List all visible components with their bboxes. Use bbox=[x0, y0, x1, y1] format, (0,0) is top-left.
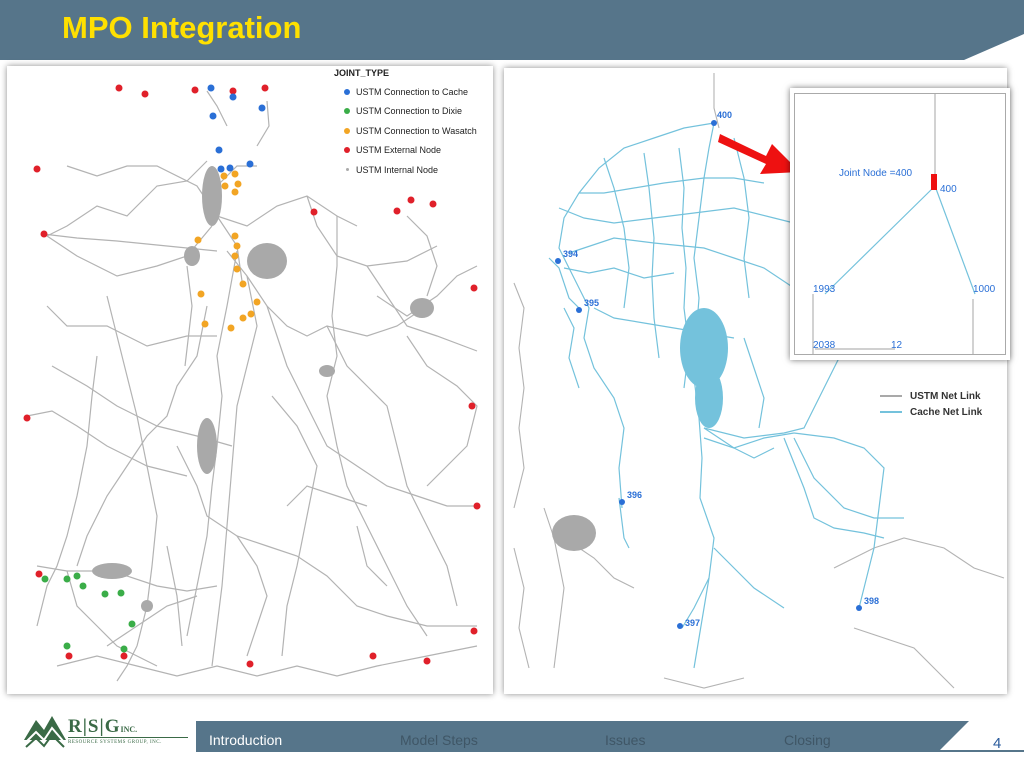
mountain-logo-icon bbox=[24, 716, 66, 748]
node-label-395: 395 bbox=[584, 298, 599, 308]
inset-label-400: 400 bbox=[940, 184, 957, 195]
logo-letter-g: G bbox=[104, 716, 121, 737]
cache-connection-nodes bbox=[207, 84, 266, 173]
footer-accent bbox=[939, 721, 969, 751]
logo-letter-r: R bbox=[68, 716, 83, 737]
nav-introduction[interactable]: Introduction bbox=[209, 732, 282, 748]
inset-svg: Joint Node =400 400 1993 1000 2038 12 bbox=[812, 94, 996, 354]
page-number: 4 bbox=[993, 735, 1002, 752]
legend-label: Cache Net Link bbox=[910, 406, 983, 418]
legend-item-dixie: USTM Connection to Dixie bbox=[334, 102, 477, 122]
node-label-398: 398 bbox=[864, 596, 879, 606]
legend-item-ustm-net: USTM Net Link bbox=[880, 388, 982, 404]
logo-subtitle: RESOURCE SYSTEMS GROUP, INC. bbox=[68, 740, 162, 745]
legend-item-cache: USTM Connection to Cache bbox=[334, 82, 477, 102]
inset-label-2038: 2038 bbox=[813, 340, 836, 351]
inset-caption: Joint Node =400 bbox=[839, 168, 913, 179]
inset-labels: Joint Node =400 400 1993 1000 2038 12 bbox=[813, 168, 996, 351]
legend-label: USTM Net Link bbox=[910, 390, 981, 402]
nav-closing[interactable]: Closing bbox=[784, 732, 831, 748]
legend-label: USTM Connection to Cache bbox=[356, 86, 469, 97]
legend-item-wasatch: USTM Connection to Wasatch bbox=[334, 121, 477, 141]
ustm-nodes-sw bbox=[552, 515, 596, 551]
net-link-legend: USTM Net Link Cache Net Link bbox=[880, 388, 982, 420]
wasatch-dot-icon bbox=[344, 127, 350, 134]
blue-line-icon bbox=[880, 411, 902, 413]
joint-type-legend: JOINT_TYPE USTM Connection to Cache USTM… bbox=[334, 68, 477, 180]
legend-title: JOINT_TYPE bbox=[334, 68, 390, 78]
legend-label: USTM External Node bbox=[356, 145, 442, 156]
inset-label-1993: 1993 bbox=[813, 284, 836, 295]
ustm-links bbox=[26, 90, 478, 682]
slide-title: MPO Integration bbox=[62, 10, 302, 45]
node-label-396: 396 bbox=[627, 490, 642, 500]
footer-rule bbox=[196, 750, 1024, 752]
node-label-400: 400 bbox=[717, 110, 732, 120]
dixie-dot-icon bbox=[344, 108, 350, 115]
internal-dot-icon bbox=[346, 168, 349, 172]
logo-inc: INC. bbox=[120, 725, 138, 734]
inset-zoom: Joint Node =400 400 1993 1000 2038 12 bbox=[790, 88, 1010, 360]
logo-rule bbox=[68, 737, 188, 738]
legend-label: USTM Connection to Dixie bbox=[356, 106, 463, 117]
nav-model-steps[interactable]: Model Steps bbox=[400, 732, 478, 748]
inset-frame: Joint Node =400 400 1993 1000 2038 12 bbox=[794, 93, 1006, 355]
joint-node-marker bbox=[931, 174, 937, 190]
legend-label: USTM Connection to Wasatch bbox=[356, 125, 477, 136]
footer-nav: Introduction Model Steps Issues Closing bbox=[196, 721, 939, 751]
legend-label: USTM Internal Node bbox=[356, 164, 439, 175]
logo-letters: R|S|GINC. bbox=[68, 716, 138, 737]
logo-letter-s: S bbox=[87, 716, 100, 737]
node-label-394: 394 bbox=[563, 249, 578, 259]
cache-node-cluster bbox=[680, 308, 728, 428]
header-accent bbox=[964, 34, 1024, 60]
rsg-logo: R|S|GINC. RESOURCE SYSTEMS GROUP, INC. bbox=[24, 710, 194, 750]
external-dot-icon bbox=[344, 147, 350, 154]
inset-label-1000: 1000 bbox=[973, 284, 996, 295]
inset-label-12: 12 bbox=[891, 340, 903, 351]
node-label-397: 397 bbox=[685, 618, 700, 628]
nav-issues[interactable]: Issues bbox=[605, 732, 645, 748]
cache-dot-icon bbox=[344, 88, 350, 95]
gray-line-icon bbox=[880, 395, 902, 397]
inset-links bbox=[812, 94, 976, 354]
dixie-connection-nodes bbox=[41, 572, 136, 653]
legend-item-external: USTM External Node bbox=[334, 141, 477, 161]
legend-item-cache-net: Cache Net Link bbox=[880, 404, 982, 420]
legend-item-internal: USTM Internal Node bbox=[334, 160, 477, 180]
